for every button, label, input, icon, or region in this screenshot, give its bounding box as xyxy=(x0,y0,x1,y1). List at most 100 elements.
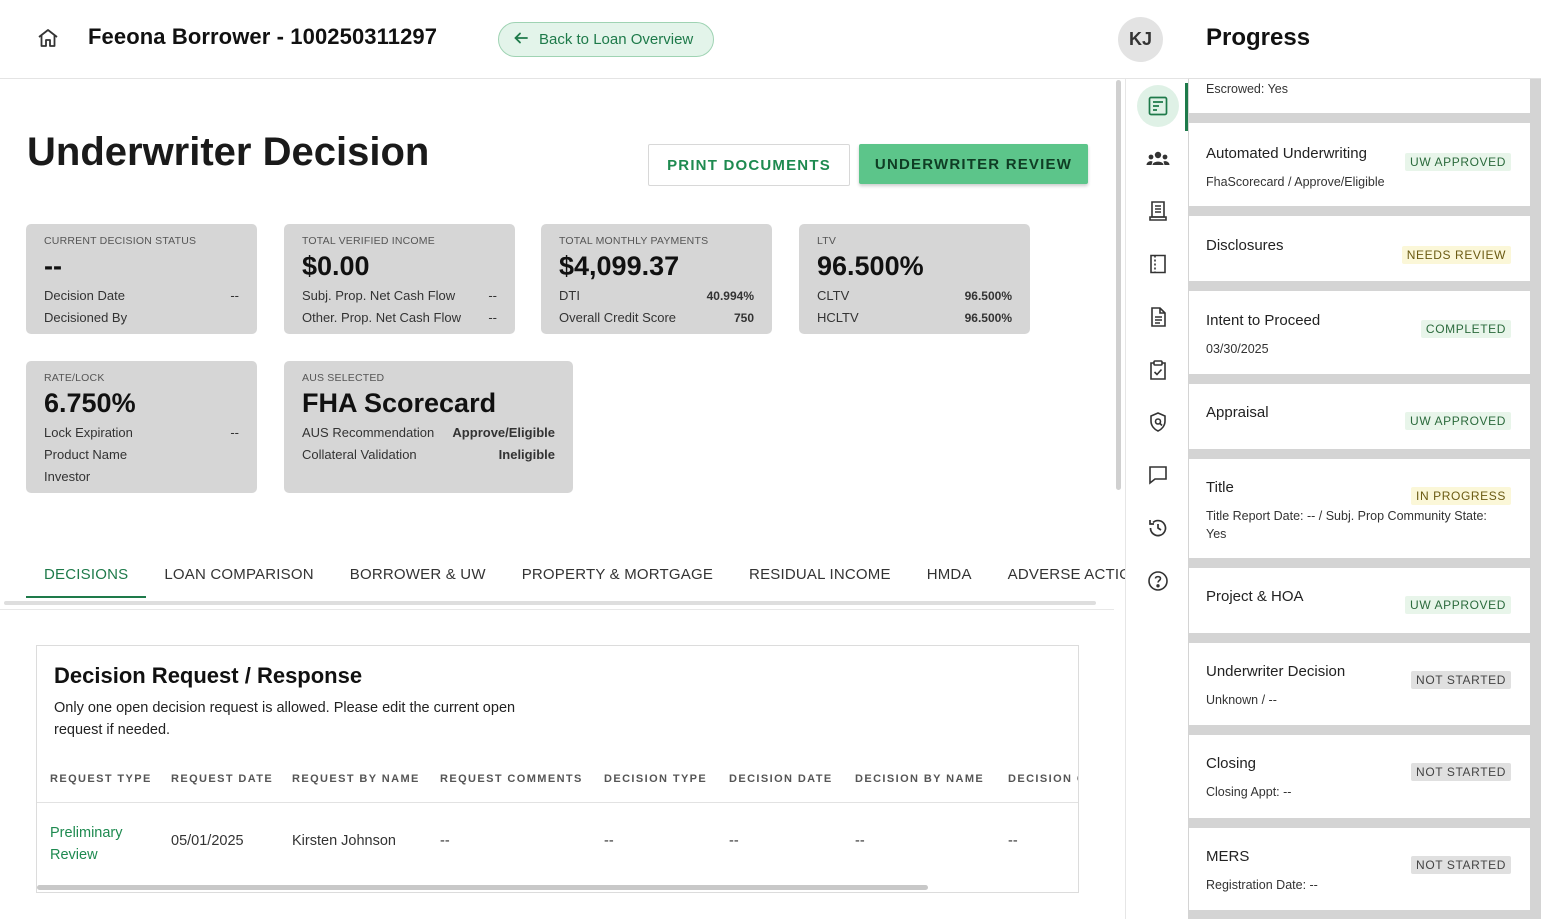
main-content: Underwriter Decision PRINT DOCUMENTS UND… xyxy=(0,80,1125,919)
status-badge: NOT STARTED xyxy=(1411,763,1511,781)
status-badge: UW APPROVED xyxy=(1405,412,1511,430)
card-row: Other. Prop. Net Cash Flow -- xyxy=(302,310,497,326)
tab-bar: DECISIONS LOAN COMPARISON BORROWER & UW … xyxy=(26,558,1125,598)
table-horizontal-scrollbar[interactable] xyxy=(37,885,928,890)
column-header[interactable]: DECISION TYPE xyxy=(604,773,707,785)
clipboard-check-icon[interactable] xyxy=(1137,349,1179,391)
row-value: -- xyxy=(488,310,497,325)
row-key: Collateral Validation xyxy=(302,447,417,462)
progress-item-title-report[interactable]: Title Title Report Date: -- / Subj. Prop… xyxy=(1189,459,1530,558)
tabs-scrollbar[interactable] xyxy=(4,601,1096,605)
progress-item-title: Closing xyxy=(1206,755,1257,772)
back-to-loan-overview-button[interactable]: Back to Loan Overview xyxy=(498,22,714,57)
progress-item-intent-to-proceed[interactable]: Intent to Proceed 03/30/2025 COMPLETED xyxy=(1189,291,1530,374)
tab-property-mortgage[interactable]: PROPERTY & MORTGAGE xyxy=(504,558,731,598)
progress-item-sub: Escrowed: Yes xyxy=(1206,82,1288,96)
status-badge: NOT STARTED xyxy=(1411,671,1511,689)
status-badge: NOT STARTED xyxy=(1411,856,1511,874)
users-icon[interactable] xyxy=(1137,138,1179,180)
tab-residual-income[interactable]: RESIDUAL INCOME xyxy=(731,558,909,598)
card-row: Overall Credit Score 750 xyxy=(559,310,754,326)
decision-status-card: CURRENT DECISION STATUS -- Decision Date… xyxy=(26,224,257,334)
progress-item-sub: Title Report Date: -- / Subj. Prop Commu… xyxy=(1206,509,1487,541)
row-key: Other. Prop. Net Cash Flow xyxy=(302,310,461,325)
tab-hmda[interactable]: HMDA xyxy=(909,558,990,598)
row-value: -- xyxy=(230,288,239,303)
progress-header: Progress xyxy=(1188,0,1541,79)
card-value: FHA Scorecard xyxy=(302,388,497,418)
column-header[interactable]: REQUEST COMMENTS xyxy=(440,773,583,785)
shield-search-icon[interactable] xyxy=(1137,401,1179,443)
column-header[interactable]: REQUEST BY NAME xyxy=(292,773,420,785)
table-cell: -- xyxy=(729,833,739,849)
row-key: AUS Recommendation xyxy=(302,425,435,440)
rate-lock-card: RATE/LOCK 6.750% Lock Expiration -- Produ… xyxy=(26,361,257,493)
ltv-card: LTV 96.500% CLTV 96.500% HCLTV 96.500% xyxy=(799,224,1030,334)
row-value: -- xyxy=(488,288,497,303)
progress-title: Progress xyxy=(1206,24,1311,51)
card-label: CURRENT DECISION STATUS xyxy=(44,235,197,247)
checklist-icon[interactable] xyxy=(1137,85,1179,127)
tab-decisions[interactable]: DECISIONS xyxy=(26,558,147,598)
column-header[interactable]: REQUEST TYPE xyxy=(50,773,152,785)
chat-icon[interactable] xyxy=(1137,454,1179,496)
home-icon[interactable] xyxy=(36,26,60,50)
progress-item-underwriter-decision[interactable]: Underwriter Decision Unknown / -- NOT ST… xyxy=(1189,643,1530,725)
tab-loan-comparison[interactable]: LOAN COMPARISON xyxy=(146,558,331,598)
card-value: 96.500% xyxy=(817,251,924,281)
tab-borrower-uw[interactable]: BORROWER & UW xyxy=(332,558,504,598)
column-header[interactable]: DECISION C xyxy=(1008,773,1078,785)
card-label: RATE/LOCK xyxy=(44,372,105,384)
decision-note: Only one open decision request is allowe… xyxy=(54,700,516,738)
column-header[interactable]: DECISION DATE xyxy=(729,773,833,785)
row-value: Ineligible xyxy=(498,447,555,462)
main-vertical-scrollbar[interactable] xyxy=(1116,80,1121,490)
card-row: AUS Recommendation Approve/Eligible xyxy=(302,425,555,441)
progress-item-disclosures[interactable]: Disclosures NEEDS REVIEW xyxy=(1189,216,1530,281)
card-value: $4,099.37 xyxy=(559,251,680,281)
row-value: Approve/Eligible xyxy=(452,425,555,440)
table-cell: -- xyxy=(855,833,865,849)
icon-rail xyxy=(1125,79,1188,919)
progress-item-title: Appraisal xyxy=(1206,404,1269,421)
card-row: Decision Date -- xyxy=(44,288,239,304)
table-cell: -- xyxy=(440,833,450,849)
row-key: DTI xyxy=(559,288,580,303)
receipt-icon[interactable] xyxy=(1137,190,1179,232)
progress-item-appraisal[interactable]: Appraisal UW APPROVED xyxy=(1189,384,1530,449)
document-corner-icon[interactable] xyxy=(1137,243,1179,285)
progress-item-automated-underwriting[interactable]: Automated Underwriting FhaScorecard / Ap… xyxy=(1189,123,1530,206)
row-key: Decisioned By xyxy=(44,310,128,325)
verified-income-card: TOTAL VERIFIED INCOME $0.00 Subj. Prop. … xyxy=(284,224,515,334)
column-header[interactable]: REQUEST DATE xyxy=(171,773,273,785)
request-type-link[interactable]: Preliminary Review xyxy=(50,822,140,866)
tab-adverse-action[interactable]: ADVERSE ACTION xyxy=(990,558,1125,598)
card-value: -- xyxy=(44,251,62,281)
column-header[interactable]: DECISION BY NAME xyxy=(855,773,984,785)
progress-item-project-hoa[interactable]: Project & HOA UW APPROVED xyxy=(1189,568,1530,633)
row-key: Lock Expiration xyxy=(44,425,133,440)
row-value: 40.994% xyxy=(706,289,754,303)
decision-title: Decision Request / Response xyxy=(54,663,363,688)
card-row: Product Name xyxy=(44,447,239,463)
arrow-left-icon xyxy=(513,30,529,50)
history-icon[interactable] xyxy=(1137,507,1179,549)
header: Feeona Borrower - 100250311297 Back to L… xyxy=(0,0,1188,79)
status-badge: NEEDS REVIEW xyxy=(1401,246,1511,264)
progress-item-sub: 03/30/2025 xyxy=(1206,342,1269,356)
help-icon[interactable] xyxy=(1137,560,1179,602)
decision-request-panel: Decision Request / Response Only one ope… xyxy=(36,645,1079,893)
avatar[interactable]: KJ xyxy=(1118,17,1163,62)
progress-panel: Progress Escrowed: Yes Automated Underwr… xyxy=(1188,0,1541,919)
underwriter-review-button[interactable]: UNDERWRITER REVIEW xyxy=(859,144,1088,184)
progress-item-mers[interactable]: MERS Registration Date: -- NOT STARTED xyxy=(1189,828,1530,910)
card-row: HCLTV 96.500% xyxy=(817,310,1012,326)
row-key: Overall Credit Score xyxy=(559,310,677,325)
card-label: TOTAL VERIFIED INCOME xyxy=(302,235,435,247)
progress-item-closing[interactable]: Closing Closing Appt: -- NOT STARTED xyxy=(1189,735,1530,818)
progress-item-sub: Closing Appt: -- xyxy=(1206,785,1292,799)
file-text-icon[interactable] xyxy=(1137,296,1179,338)
progress-item-sub: Unknown / -- xyxy=(1206,693,1277,707)
print-documents-button[interactable]: PRINT DOCUMENTS xyxy=(648,144,850,186)
table-cell: Kirsten Johnson xyxy=(292,833,396,849)
